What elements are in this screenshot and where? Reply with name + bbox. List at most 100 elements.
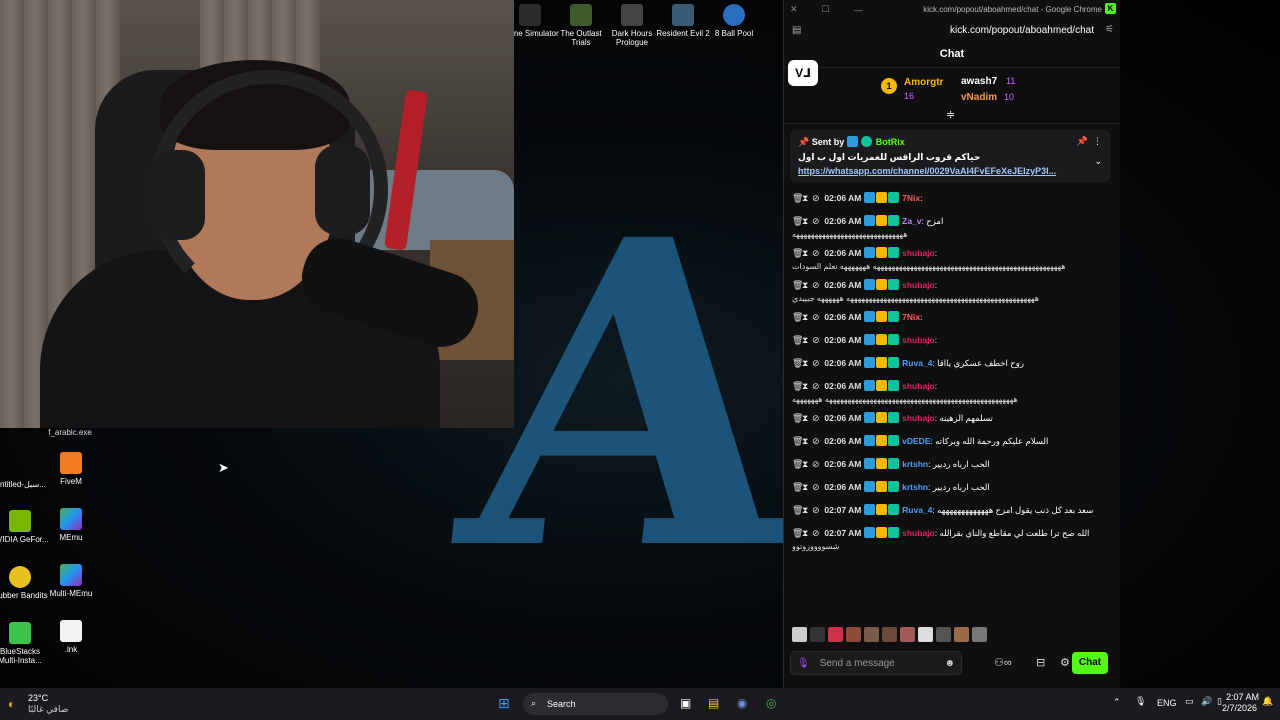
chat-message[interactable]: 🗑⧗ ⊘ 02:07 AM shubajo: الله صح ترا طلعت ل… [792, 527, 1112, 553]
delete-message-icon[interactable]: 🗑 [792, 527, 803, 540]
desktop-icon-memu[interactable]: MEmu [41, 508, 101, 542]
weather-temp[interactable]: 23°C [28, 693, 48, 703]
chat-message[interactable]: 🗑⧗ ⊘ 02:06 AM 7Nix: [792, 311, 1112, 328]
tune-icon[interactable]: ⚟ [1105, 24, 1114, 35]
pinned-username[interactable]: BotRix [876, 137, 905, 147]
delete-message-icon[interactable]: 🗑 [792, 334, 803, 347]
network-icon[interactable]: ▭ [1185, 696, 1194, 707]
ban-icon[interactable]: ⊘ [812, 357, 822, 370]
taskbar-search-box[interactable]: ⌕ Search [523, 693, 668, 715]
timeout-icon[interactable]: ⧗ [802, 481, 812, 494]
minimize-window-icon[interactable]: — [854, 5, 863, 15]
chat-message[interactable]: 🗑⧗ ⊘ 02:06 AM shubajo: تسلمهم الرهينه [792, 412, 1112, 429]
message-username[interactable]: vDEDE [902, 436, 930, 446]
discord-icon[interactable]: ◉ [737, 696, 747, 710]
task-view-icon[interactable]: ▣ [680, 696, 691, 710]
message-username[interactable]: Ruva_4 [902, 505, 932, 515]
timeout-icon[interactable]: ⧗ [802, 435, 812, 448]
show-hidden-icons-chevron[interactable]: ⌃ [1113, 697, 1121, 708]
microphone-tray-icon[interactable]: 🎙 [1135, 696, 1146, 707]
chat-message[interactable]: 🗑⧗ ⊘ 02:06 AM vDEDE: السلام عليكم ورحمة ا… [792, 435, 1112, 452]
timeout-icon[interactable]: ⧗ [802, 311, 812, 324]
delete-message-icon[interactable]: 🗑 [792, 215, 803, 228]
delete-message-icon[interactable]: 🗑 [792, 412, 803, 425]
emote-icon[interactable] [810, 627, 825, 642]
message-username[interactable]: shubajo [902, 413, 935, 423]
emote-icon[interactable] [972, 627, 987, 642]
volume-icon[interactable]: 🔊 [1201, 696, 1212, 707]
timeout-icon[interactable]: ⧗ [802, 412, 812, 425]
weather-sun-icon[interactable]: ◐ [8, 697, 15, 711]
pinned-link[interactable]: https://whatsapp.com/channel/0029VaAI4Fv… [798, 166, 1056, 176]
delete-message-icon[interactable]: 🗑 [792, 357, 803, 370]
ban-icon[interactable]: ⊘ [812, 504, 822, 517]
chat-message[interactable]: 🗑⧗ ⊘ 02:06 AM shubajo: ههههههههههههههههههه… [792, 279, 1112, 305]
chat-message[interactable]: 🗑⧗ ⊘ 02:06 AM shubajo: ههههههههههههههههههه… [792, 380, 1112, 406]
start-windows-icon[interactable]: ⊞ [498, 695, 510, 712]
emote-icon[interactable] [936, 627, 951, 642]
emote-icon[interactable] [900, 627, 915, 642]
delete-message-icon[interactable]: 🗑 [792, 192, 803, 205]
chat-message[interactable]: 🗑⧗ ⊘ 02:06 AM 7Nix: [792, 192, 1112, 209]
close-window-icon[interactable]: ✕ [790, 4, 798, 15]
chat-message[interactable]: 🗑⧗ ⊘ 02:06 AM Za_v: امزح ههههههههههههههههه… [792, 215, 1112, 241]
chat-message[interactable]: 🗑⧗ ⊘ 02:06 AM shubajo: ههههههههههههههههههه… [792, 247, 1112, 273]
message-username[interactable]: Ruva_4 [902, 358, 932, 368]
ban-icon[interactable]: ⊘ [812, 380, 822, 393]
gifter-name[interactable]: Amorgtr [904, 77, 943, 88]
ban-icon[interactable]: ⊘ [812, 247, 822, 260]
collapse-chevron-icon[interactable]: ≑ [946, 108, 955, 121]
timeout-icon[interactable]: ⧗ [802, 380, 812, 393]
emote-icon[interactable] [846, 627, 861, 642]
ban-icon[interactable]: ⊘ [812, 215, 822, 228]
delete-message-icon[interactable]: 🗑 [792, 380, 803, 393]
chat-message-input[interactable]: 🎙 Send a message ☻ [790, 651, 962, 675]
settings-gear-icon[interactable]: ⚙ [1060, 656, 1070, 669]
ban-icon[interactable]: ⊘ [812, 192, 822, 205]
emote-icon[interactable] [828, 627, 843, 642]
gifter-name[interactable]: awash7 [961, 76, 997, 87]
emoji-picker-icon[interactable]: ☻ [944, 658, 955, 669]
message-username[interactable]: 7Nix [902, 312, 920, 322]
ban-icon[interactable]: ⊘ [812, 334, 822, 347]
message-username[interactable]: shubajo [902, 280, 935, 290]
delete-message-icon[interactable]: 🗑 [792, 481, 803, 494]
chat-message[interactable]: 🗑⧗ ⊘ 02:06 AM krtshn: الحب ارباه رديير [792, 481, 1112, 498]
clock-time[interactable]: 2:07 AM [1226, 692, 1259, 702]
ban-icon[interactable]: ⊘ [812, 279, 822, 292]
clock-date[interactable]: 2/7/2026 [1222, 703, 1257, 713]
desktop-icon-lnk[interactable]: .lnk [41, 620, 101, 654]
chat-message-list[interactable]: 🗑⧗ ⊘ 02:06 AM 7Nix: 🗑⧗ ⊘ 02:06 AM Za_v: امز… [792, 192, 1112, 617]
emote-icon[interactable] [954, 627, 969, 642]
unpin-icon[interactable]: 📌 [1077, 136, 1088, 147]
timeout-icon[interactable]: ⧗ [802, 215, 812, 228]
gifter-name[interactable]: vNadim [961, 92, 997, 103]
mic-icon[interactable]: 🎙 [797, 658, 810, 669]
emote-icon[interactable] [918, 627, 933, 642]
desktop-icon-fivem[interactable]: FiveM [41, 452, 101, 486]
message-username[interactable]: shubajo [902, 335, 935, 345]
message-username[interactable]: krtshn [902, 482, 928, 492]
chat-message[interactable]: 🗑⧗ ⊘ 02:06 AM shubajo: [792, 334, 1112, 351]
timeout-icon[interactable]: ⧗ [802, 504, 812, 517]
timeout-icon[interactable]: ⧗ [802, 247, 812, 260]
desktop-icon-multi-memu[interactable]: Multi-MEmu [41, 564, 101, 598]
timeout-icon[interactable]: ⧗ [802, 357, 812, 370]
delete-message-icon[interactable]: 🗑 [792, 458, 803, 471]
expand-chevron-icon[interactable]: ⌄ [1094, 156, 1102, 167]
ban-icon[interactable]: ⊘ [812, 435, 822, 448]
message-username[interactable]: 7Nix [902, 193, 920, 203]
site-info-icon[interactable]: ▤ [792, 25, 801, 36]
message-username[interactable]: krtshn [902, 459, 928, 469]
window-titlebar[interactable]: ✕ ☐ — kick.com/popout/aboahmed/chat - Go… [784, 0, 1120, 19]
emote-icon[interactable] [864, 627, 879, 642]
chat-message[interactable]: 🗑⧗ ⊘ 02:06 AM Ruva_4: روح اخطف عسكري يااق… [792, 357, 1112, 374]
ban-icon[interactable]: ⊘ [812, 412, 822, 425]
store-icon[interactable]: ⊟ [1036, 656, 1045, 669]
chat-message[interactable]: 🗑⧗ ⊘ 02:07 AM Ruva_4: سعد بعد كل ذنب يقول… [792, 504, 1112, 521]
chrome-icon[interactable]: ◎ [766, 696, 776, 710]
ban-icon[interactable]: ⊘ [812, 311, 822, 324]
delete-message-icon[interactable]: 🗑 [792, 311, 803, 324]
delete-message-icon[interactable]: 🗑 [792, 435, 803, 448]
send-chat-button[interactable]: Chat [1072, 652, 1108, 674]
